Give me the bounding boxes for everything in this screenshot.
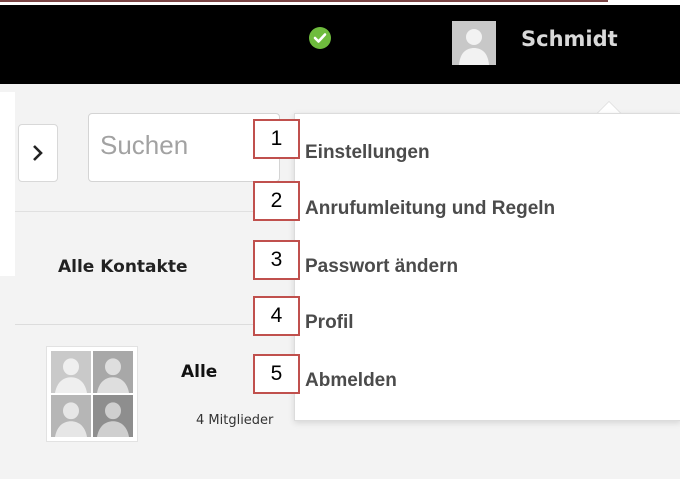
tab-all-contacts[interactable]: Alle Kontakte	[58, 257, 187, 277]
status-online-icon[interactable]	[309, 27, 331, 49]
group-avatar[interactable]	[46, 346, 138, 442]
member-avatar-icon	[51, 351, 91, 393]
number-label: 4	[253, 296, 300, 336]
sidebar-toggle-button[interactable]	[18, 124, 58, 182]
person-silhouette-icon	[452, 21, 496, 65]
number-label: 2	[253, 181, 300, 221]
number-label: 1	[253, 119, 300, 159]
menu-item-change-password[interactable]: Passwort ändern	[305, 256, 458, 278]
chevron-right-icon	[33, 145, 43, 161]
user-name[interactable]: Schmidt	[521, 27, 618, 51]
top-accent-line	[0, 0, 608, 2]
menu-item-logout[interactable]: Abmelden	[305, 370, 397, 392]
group-title[interactable]: Alle	[181, 362, 217, 382]
user-avatar-icon[interactable]	[452, 21, 496, 65]
member-avatar-icon	[51, 395, 91, 437]
menu-caret	[597, 101, 621, 113]
member-avatar-icon	[93, 351, 133, 393]
group-member-count: 4 Mitglieder	[196, 413, 274, 428]
menu-item-profile[interactable]: Profil	[305, 312, 354, 334]
panel-edge	[0, 92, 15, 276]
menu-item-settings[interactable]: Einstellungen	[305, 142, 430, 164]
member-avatar-icon	[93, 395, 133, 437]
number-label: 3	[253, 240, 300, 280]
check-icon	[313, 33, 327, 43]
menu-item-call-forwarding[interactable]: Anrufumleitung und Regeln	[305, 198, 555, 220]
search-placeholder: Suchen	[100, 130, 189, 160]
number-label: 5	[253, 354, 300, 394]
